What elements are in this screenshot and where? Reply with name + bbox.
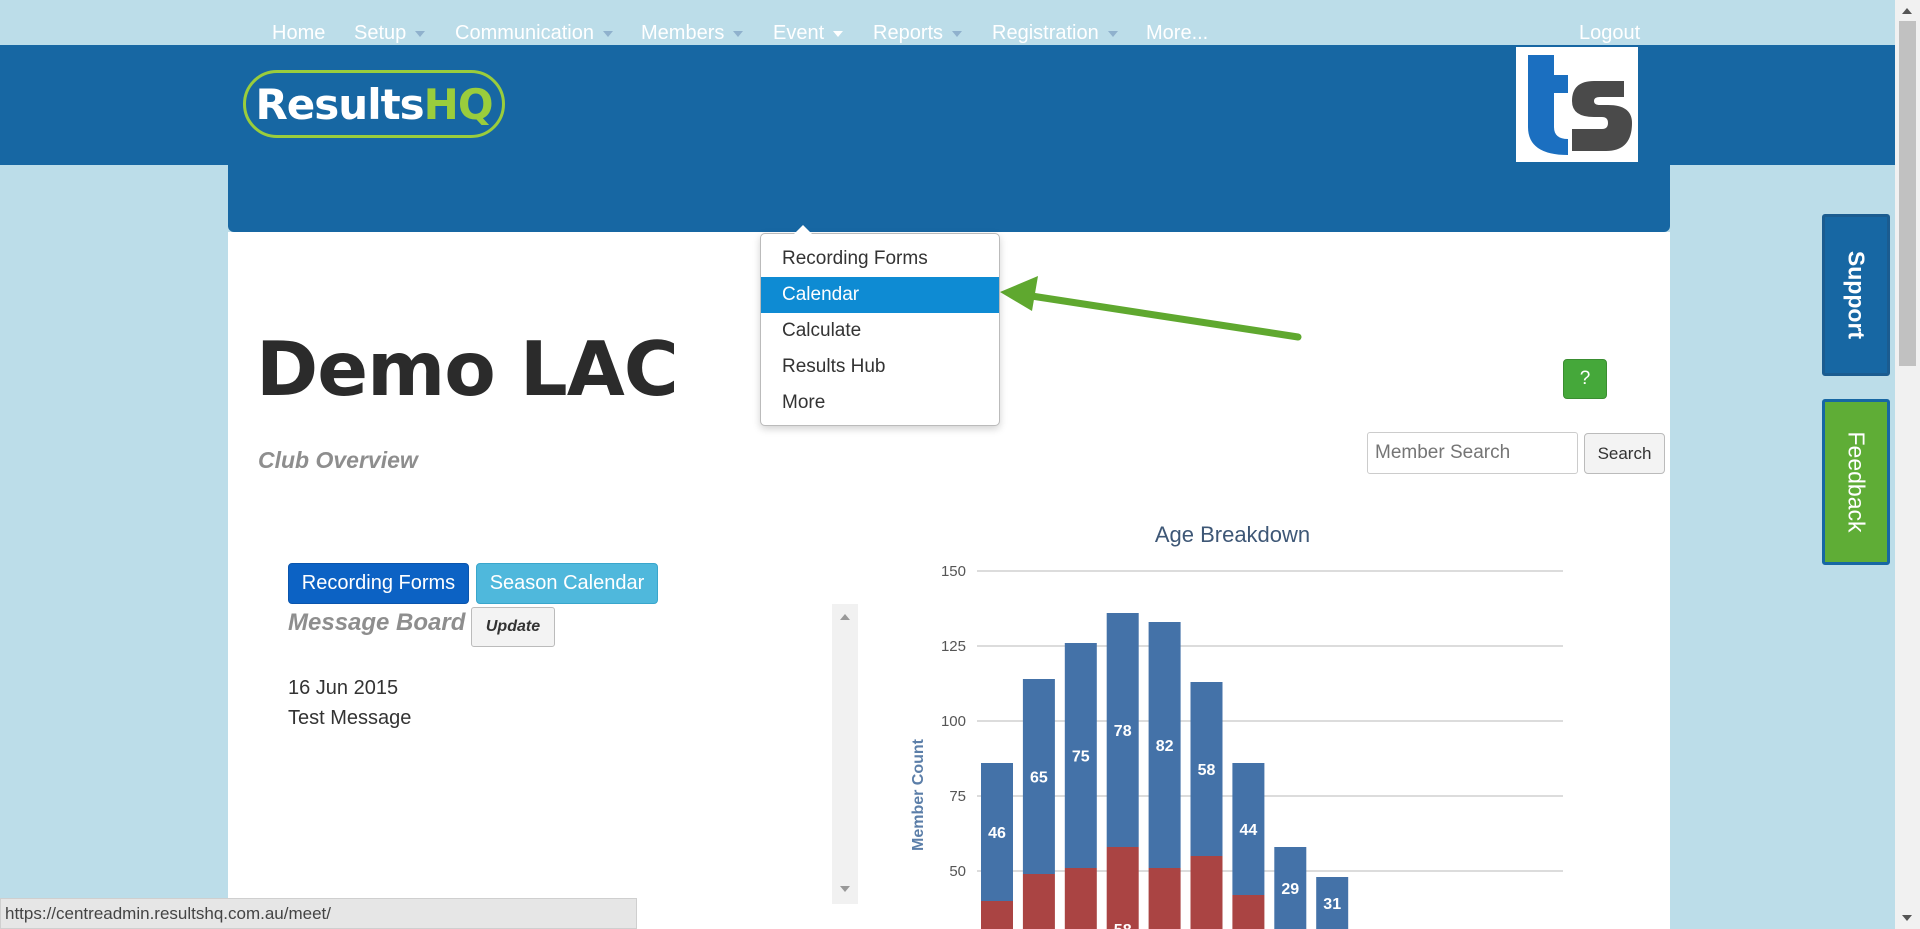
bar-segment-red	[1064, 868, 1097, 929]
page-scrollbar[interactable]	[1895, 0, 1920, 929]
status-bar-url: https://centreadmin.resultshq.com.au/mee…	[0, 898, 637, 929]
menu-item-calendar[interactable]: Calendar	[761, 277, 999, 313]
menu-item-more[interactable]: More	[761, 385, 999, 421]
bar-segment-red	[981, 901, 1013, 929]
bar-data-label: 44	[1240, 822, 1258, 839]
y-tick-label: 150	[941, 563, 966, 580]
bar-data-label: 58	[1198, 762, 1216, 779]
page-scroll-up-icon[interactable]	[1902, 8, 1912, 14]
y-tick-label: 100	[941, 713, 966, 730]
bar-data-label: 75	[1072, 749, 1090, 766]
menu-item-recording-forms[interactable]: Recording Forms	[761, 241, 999, 277]
bar-segment-red	[1190, 856, 1223, 929]
page-scroll-down-icon[interactable]	[1902, 915, 1912, 921]
bar-data-label: 31	[1323, 896, 1341, 913]
y-tick-label: 125	[941, 638, 966, 655]
menu-item-calculate[interactable]: Calculate	[761, 313, 999, 349]
y-axis-label: Member Count	[910, 738, 927, 851]
feedback-tab-label: Feedback	[1843, 431, 1870, 533]
bar-data-label: 29	[1281, 881, 1299, 898]
bar-data-label: 82	[1156, 738, 1174, 755]
bar-segment-red	[1148, 868, 1181, 929]
age-breakdown-chart: 50 75 100 125 150 Member Count 46 65 75 78 58 82 58 4…	[910, 563, 1563, 929]
bar-data-label: 46	[988, 825, 1006, 842]
menu-item-results-hub[interactable]: Results Hub	[761, 349, 999, 385]
y-tick-label: 50	[949, 863, 966, 880]
support-tab[interactable]: Support	[1822, 214, 1890, 376]
bar-segment-red	[1232, 895, 1265, 929]
bar-data-label: 78	[1114, 723, 1132, 740]
page-scroll-thumb[interactable]	[1899, 21, 1916, 366]
feedback-tab[interactable]: Feedback	[1822, 399, 1890, 565]
bar-data-label: 58	[1114, 922, 1132, 929]
event-dropdown-menu: Recording Forms Calendar Calculate Results …	[760, 225, 1000, 426]
bar-data-label: 65	[1030, 770, 1048, 787]
bar-segment-red	[1106, 847, 1139, 929]
support-tab-label: Support	[1843, 250, 1870, 340]
y-tick-label: 75	[949, 788, 966, 805]
bar-segment-red	[1022, 874, 1055, 929]
